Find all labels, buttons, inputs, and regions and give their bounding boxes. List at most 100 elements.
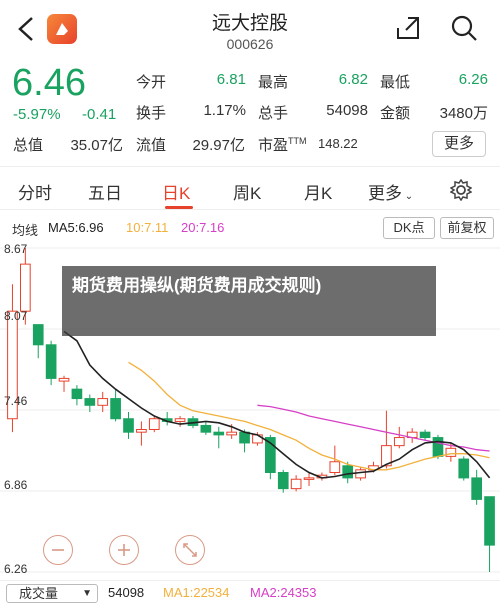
ma-label: 均线 bbox=[12, 223, 39, 238]
candle bbox=[161, 412, 173, 426]
amount-label: 金额 bbox=[380, 105, 411, 122]
candle-body bbox=[110, 398, 121, 420]
tab-five-day[interactable]: 五日 bbox=[88, 179, 122, 204]
pe-value: 148.22 bbox=[318, 136, 358, 151]
float-value: 29.97亿 bbox=[192, 137, 245, 154]
candle-body bbox=[226, 431, 237, 436]
candle bbox=[71, 385, 83, 406]
fullscreen-button[interactable] bbox=[175, 535, 205, 565]
article-title-overlay: 期货费用操纵(期货费用成交规则) bbox=[62, 266, 436, 336]
change-percent: -5.97% bbox=[13, 106, 61, 123]
stock-code: 000626 bbox=[226, 36, 274, 52]
candle-body bbox=[71, 388, 83, 400]
candle bbox=[32, 324, 44, 359]
candle-body bbox=[148, 418, 160, 430]
candle bbox=[213, 426, 225, 449]
candle-body bbox=[277, 472, 289, 490]
dk-point-button[interactable]: DK点 bbox=[383, 217, 435, 239]
amount-value: 3480万 bbox=[439, 105, 488, 122]
candle bbox=[7, 284, 18, 433]
candle-body bbox=[329, 461, 341, 474]
high-value: 6.82 bbox=[338, 71, 368, 88]
high-label: 最高 bbox=[258, 74, 289, 91]
adjust-button[interactable]: 前复权 bbox=[440, 217, 494, 239]
turnover-label: 换手 bbox=[136, 105, 167, 122]
candle bbox=[148, 416, 160, 433]
candle-body bbox=[84, 398, 96, 406]
candle-body bbox=[290, 478, 302, 490]
more-button[interactable]: 更多 bbox=[432, 131, 486, 157]
ma20-legend: 20:7.16 bbox=[181, 220, 225, 235]
y-tick-label: 8.07 bbox=[4, 309, 28, 323]
share-icon[interactable] bbox=[394, 14, 422, 42]
mktcap-value: 35.07亿 bbox=[70, 137, 123, 154]
candle bbox=[406, 428, 418, 443]
candle-body bbox=[471, 477, 482, 500]
y-tick-label: 8.67 bbox=[4, 242, 28, 256]
candle bbox=[419, 429, 431, 441]
candle bbox=[277, 469, 289, 493]
candle-body bbox=[393, 437, 405, 447]
tab-daily-k[interactable]: 日K bbox=[162, 179, 190, 204]
candle-body bbox=[58, 377, 70, 382]
candle bbox=[97, 391, 109, 413]
candle-body bbox=[355, 469, 366, 479]
y-tick-label: 7.46 bbox=[4, 394, 28, 408]
zoom-in-button[interactable] bbox=[109, 535, 139, 565]
candle bbox=[200, 421, 212, 435]
y-tick-label: 6.86 bbox=[4, 478, 28, 492]
candle-body bbox=[432, 437, 444, 457]
zoom-out-button[interactable] bbox=[43, 535, 73, 565]
mktcap-label: 总值 bbox=[13, 137, 44, 154]
candle-body bbox=[458, 458, 470, 479]
tab-weekly-k[interactable]: 周K bbox=[233, 179, 261, 204]
candle-body bbox=[123, 418, 134, 433]
y-tick-label: 6.26 bbox=[4, 562, 28, 576]
indicator-select[interactable]: 成交量 ▼ bbox=[6, 584, 98, 603]
candle-body bbox=[32, 324, 44, 346]
period-tabs: 分时 五日 日K 周K 月K 更多 ⌄ bbox=[0, 166, 500, 210]
minus-icon bbox=[52, 549, 64, 551]
stock-name: 远大控股 bbox=[211, 13, 288, 34]
change-value: -0.41 bbox=[82, 106, 117, 123]
candle-body bbox=[213, 431, 225, 436]
candle-body bbox=[419, 431, 431, 439]
tab-more[interactable]: 更多 ⌄ bbox=[368, 179, 413, 204]
candle bbox=[174, 416, 186, 427]
float-label: 流值 bbox=[136, 137, 167, 154]
candle bbox=[58, 375, 70, 392]
quote-panel: 6.46 -5.97% -0.41 今开 6.81 最高 6.82 最低 6.2… bbox=[0, 62, 500, 162]
candle bbox=[84, 394, 96, 413]
ma5-legend: MA5:6.96 bbox=[48, 220, 104, 235]
candle-body bbox=[342, 465, 354, 479]
candle-body bbox=[97, 398, 109, 406]
low-label: 最低 bbox=[380, 74, 411, 91]
candle-body bbox=[484, 496, 495, 546]
turnover-value: 1.17% bbox=[203, 102, 246, 119]
volume-indicator-bar: 成交量 ▼ 54098 MA1:22534 MA2:24353 bbox=[0, 580, 500, 604]
ma10-legend: 10:7.11 bbox=[126, 220, 169, 235]
volume-label: 总手 bbox=[258, 105, 289, 122]
tab-intraday[interactable]: 分时 bbox=[18, 179, 52, 204]
ma5-line bbox=[63, 330, 491, 479]
candle-body bbox=[252, 434, 263, 444]
candle-body bbox=[136, 428, 147, 433]
expand-icon bbox=[183, 543, 197, 557]
settings-gear-icon[interactable] bbox=[450, 179, 472, 201]
pe-label: 市盈TTM bbox=[258, 136, 307, 154]
current-price: 6.46 bbox=[12, 62, 86, 104]
tab-monthly-k[interactable]: 月K bbox=[304, 179, 332, 204]
open-label: 今开 bbox=[136, 74, 167, 91]
candle bbox=[484, 496, 495, 572]
candle bbox=[110, 389, 121, 422]
volume-value: 54098 bbox=[326, 102, 368, 119]
search-icon[interactable] bbox=[449, 13, 479, 43]
plus-icon bbox=[118, 544, 130, 556]
candle-body bbox=[303, 477, 315, 480]
app-header: 远大控股 000626 bbox=[0, 0, 500, 60]
candle bbox=[45, 340, 57, 386]
candle bbox=[123, 412, 134, 439]
open-value: 6.81 bbox=[216, 71, 246, 88]
vol-ma1-label: MA1:22534 bbox=[163, 585, 230, 600]
candle-body bbox=[200, 424, 212, 433]
